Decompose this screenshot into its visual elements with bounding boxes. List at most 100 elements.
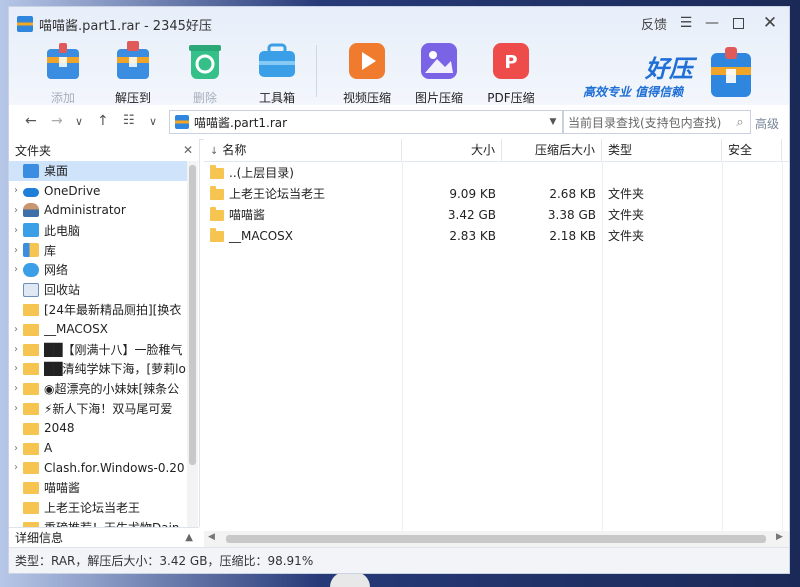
recycle-delete-icon (183, 39, 227, 83)
horizontal-scroll-thumb[interactable] (226, 535, 766, 543)
expand-chevron-icon[interactable]: › (9, 324, 23, 335)
tree-item[interactable]: 重磅推荐！天生尤物Dain (9, 517, 187, 527)
library-icon (23, 243, 39, 258)
computer-icon (23, 223, 39, 238)
horizontal-scrollbar[interactable]: ◀ ▶ (204, 531, 789, 547)
up-arrow-icon[interactable]: ↑ (97, 113, 109, 129)
pdf-compress-button[interactable]: P PDF压缩 (479, 39, 543, 106)
scroll-right-icon[interactable]: ▶ (776, 532, 783, 542)
history-chevron-down-icon[interactable]: ∨ (75, 115, 83, 128)
expand-chevron-icon[interactable]: › (9, 363, 23, 374)
file-name: 喵喵酱 (229, 208, 266, 222)
delete-button[interactable]: 删除 (173, 39, 237, 106)
tree-item[interactable]: 回收站 (9, 280, 187, 300)
scroll-left-icon[interactable]: ◀ (208, 532, 215, 542)
tree-item-label: 网络 (44, 263, 69, 278)
tree-item[interactable]: 喵喵酱 (9, 478, 187, 498)
tree-item[interactable]: [24年最新精品厕拍][换衣 (9, 300, 187, 320)
maximize-icon[interactable] (729, 13, 747, 33)
tree-item-label: ██清纯学妹下海，[萝莉lo (44, 362, 186, 377)
expand-chevron-icon[interactable]: › (9, 443, 23, 454)
expand-chevron-icon[interactable]: › (9, 205, 23, 216)
back-arrow-icon[interactable]: ← (25, 113, 37, 129)
file-row[interactable]: ..(上层目录) (204, 163, 789, 183)
folder-icon (23, 402, 39, 415)
expand-chevron-icon[interactable]: › (9, 185, 23, 196)
view-mode-icon[interactable]: ☷ (123, 113, 135, 128)
tree-item[interactable]: › ██清纯学妹下海，[萝莉lo (9, 359, 187, 379)
file-name: 上老王论坛当老王 (229, 187, 326, 201)
expand-chevron-icon[interactable]: › (9, 344, 23, 355)
expand-chevron-icon[interactable]: › (9, 245, 23, 256)
column-packed-size[interactable]: 压缩后大小 (502, 139, 602, 161)
details-expand-icon[interactable]: ▲ (185, 532, 193, 543)
column-type[interactable]: 类型 (602, 139, 722, 161)
folder-icon (23, 383, 39, 396)
tree-item[interactable]: › OneDrive (9, 181, 187, 201)
expand-chevron-icon[interactable]: › (9, 225, 23, 236)
add-button[interactable]: 添加 (31, 39, 95, 106)
desktop-background-accent (330, 572, 370, 587)
search-icon[interactable]: ⌕ (730, 115, 750, 130)
details-title: 详细信息 (15, 531, 64, 545)
details-panel-header[interactable]: 详细信息 ▲ (9, 527, 199, 547)
tree-item[interactable]: › Administrator (9, 201, 187, 221)
advanced-search-link[interactable]: 高级 (755, 115, 779, 132)
forward-arrow-icon[interactable]: → (51, 113, 63, 129)
folder-icon (210, 207, 224, 221)
expand-chevron-icon[interactable]: › (9, 383, 23, 394)
feedback-link[interactable]: 反馈 (641, 13, 667, 33)
column-size[interactable]: 大小 (402, 139, 502, 161)
tree-item[interactable]: › Clash.for.Windows-0.20 (9, 458, 187, 478)
folder-panel: 文件夹 ✕ 桌面 › OneDrive › Administrator › 此电脑 › 库 › 网络… (9, 139, 200, 527)
tree-item[interactable]: › __MACOSX (9, 319, 187, 339)
tree-item-label: 上老王论坛当老王 (44, 500, 141, 515)
image-compress-button[interactable]: 图片压缩 (407, 39, 471, 106)
svg-text:P: P (504, 52, 517, 73)
tree-item[interactable]: › 网络 (9, 260, 187, 280)
expand-chevron-icon[interactable]: › (9, 403, 23, 414)
tree-item[interactable]: 上老王论坛当老王 (9, 498, 187, 518)
path-dropdown-icon[interactable]: ▼ (544, 117, 562, 127)
video-compress-icon (345, 39, 389, 83)
video-compress-button[interactable]: 视频压缩 (335, 39, 399, 106)
file-row[interactable]: 喵喵酱 3.42 GB 3.38 GB 文件夹 (204, 205, 789, 225)
search-input[interactable]: 当前目录查找(支持包内查找) (564, 114, 730, 131)
tree-item[interactable]: › ██【刚满十八】一脸稚气 (9, 339, 187, 359)
video-compress-label: 视频压缩 (342, 91, 391, 105)
path-box[interactable]: 喵喵酱.part1.rar ▼ (169, 110, 563, 134)
tree-scroll-thumb[interactable] (189, 165, 196, 465)
file-row[interactable]: 上老王论坛当老王 9.09 KB 2.68 KB 文件夹 (204, 184, 789, 204)
file-size-cell: 2.83 KB (449, 229, 496, 243)
tree-item[interactable]: › 库 (9, 240, 187, 260)
expand-chevron-icon[interactable]: › (9, 264, 23, 275)
file-type-cell (608, 163, 718, 183)
tree-item[interactable]: › 此电脑 (9, 220, 187, 240)
expand-chevron-icon[interactable]: › (9, 462, 23, 473)
folder-icon (23, 482, 39, 495)
toolbox-button[interactable]: 工具箱 (245, 39, 309, 106)
folder-icon (210, 165, 224, 179)
view-mode-chevron-icon[interactable]: ∨ (149, 115, 157, 128)
tree-item-label: A (44, 441, 53, 456)
tree-scrollbar[interactable] (187, 161, 198, 527)
search-box[interactable]: 当前目录查找(支持包内查找) ⌕ (563, 110, 751, 134)
tree-item[interactable]: 桌面 (9, 161, 187, 181)
minimize-icon[interactable]: — (703, 13, 721, 33)
close-icon[interactable]: ✕ (761, 13, 779, 33)
column-security[interactable]: 安全 (722, 139, 782, 161)
folder-icon (23, 422, 39, 435)
menu-icon[interactable]: ☰ (677, 13, 695, 33)
extract-to-button[interactable]: 解压到 (101, 39, 165, 106)
image-compress-icon (417, 39, 461, 83)
panel-close-icon[interactable]: ✕ (183, 143, 193, 157)
column-name[interactable]: ↓ 名称 (204, 139, 402, 161)
tree-item[interactable]: › ⚡新人下海！双马尾可爱 (9, 399, 187, 419)
app-icon (17, 16, 33, 32)
brand-name: 好压 (645, 55, 693, 83)
file-row[interactable]: __MACOSX 2.83 KB 2.18 KB 文件夹 (204, 226, 789, 246)
tree-item[interactable]: › ◉超漂亮的小妹妹[辣条公 (9, 379, 187, 399)
tree-item[interactable]: 2048 (9, 418, 187, 438)
tree-item[interactable]: › A (9, 438, 187, 458)
tree-item-label: OneDrive (44, 183, 101, 198)
